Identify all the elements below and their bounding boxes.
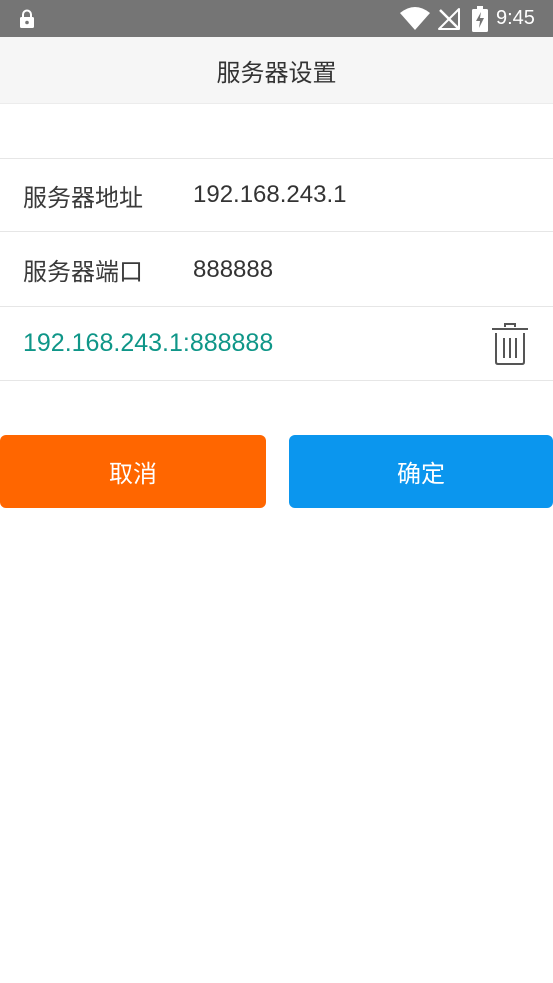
history-item[interactable]: 192.168.243.1:888888 [0, 307, 553, 381]
server-port-label: 服务器端口 [23, 258, 143, 286]
status-bar: 9:45 [0, 0, 553, 37]
server-port-row: 服务器端口 [0, 233, 553, 307]
server-port-input[interactable] [193, 254, 513, 285]
signal-off-icon [438, 8, 460, 30]
trash-icon[interactable] [491, 323, 529, 365]
server-address-input[interactable] [193, 180, 513, 210]
wifi-icon [400, 7, 430, 30]
battery-charging-icon [472, 6, 488, 32]
confirm-button[interactable]: 确定 [289, 435, 553, 508]
cancel-button[interactable]: 取消 [0, 435, 266, 508]
server-address-row: 服务器地址 [0, 158, 553, 232]
app-header: 服务器设置 [0, 37, 553, 104]
page-title: 服务器设置 [216, 58, 337, 87]
lock-icon [20, 9, 34, 28]
server-address-label: 服务器地址 [23, 183, 143, 212]
status-time: 9:45 [496, 7, 535, 29]
history-entry-text[interactable]: 192.168.243.1:888888 [23, 329, 273, 358]
